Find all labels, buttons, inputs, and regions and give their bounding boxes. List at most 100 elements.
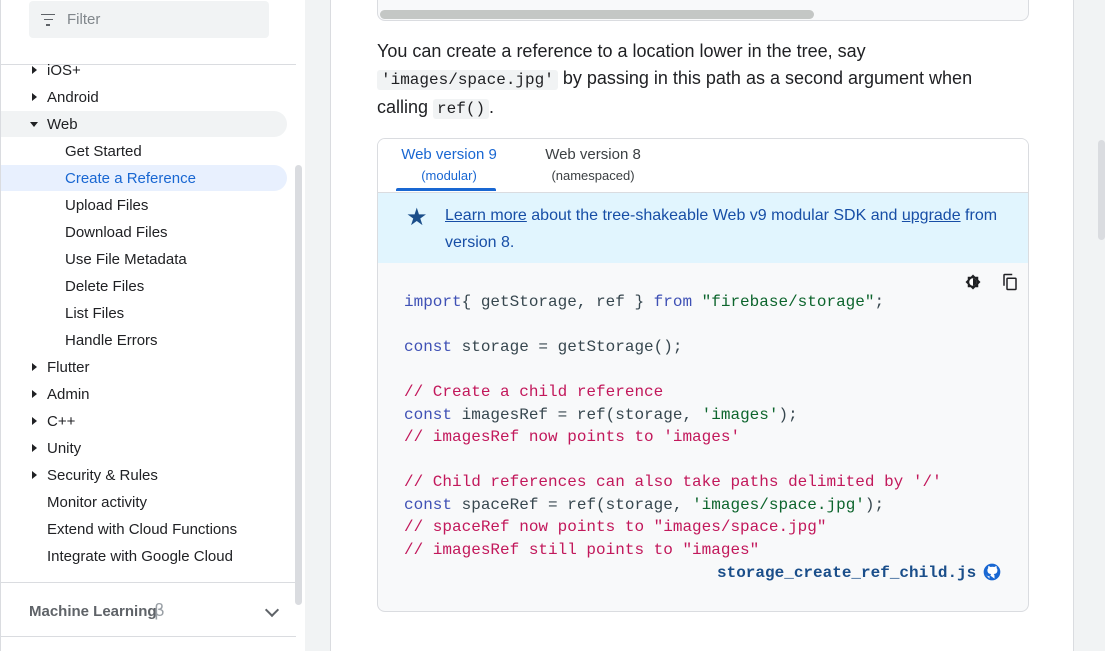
active-tab-indicator <box>396 188 496 191</box>
sidebar-item-label: List Files <box>65 304 125 322</box>
star-icon: ★ <box>406 203 428 231</box>
sidebar-item[interactable]: Use File Metadata <box>1 246 187 272</box>
main-content: You can create a reference to a location… <box>330 0 1074 651</box>
notice-text: Learn more about the tree-shakeable Web … <box>445 202 1005 256</box>
caret-right-icon[interactable] <box>32 444 37 452</box>
sidebar-item[interactable]: Flutter <box>1 354 90 380</box>
code-token: ); <box>778 405 798 424</box>
code-token: 'images' <box>701 405 779 424</box>
sidebar-item-label: iOS+ <box>47 61 81 79</box>
para-text: . <box>489 97 495 117</box>
caret-right-icon[interactable] <box>32 417 37 425</box>
code-token: from <box>653 293 693 311</box>
dark-mode-toggle-icon[interactable] <box>964 273 982 291</box>
code-token: spaceRef = ref(storage, <box>452 495 693 514</box>
sidebar-item[interactable]: Extend with Cloud Functions <box>1 516 237 542</box>
sidebar-item-label: Web <box>47 115 78 133</box>
previous-code-block <box>377 0 1029 21</box>
caret-right-icon[interactable] <box>32 363 37 371</box>
sidebar-item[interactable]: iOS+ <box>1 57 81 83</box>
code-line: const storage = getStorage(); <box>404 336 942 359</box>
code-token: const <box>404 405 453 424</box>
sidebar-item[interactable]: Get Started <box>1 138 142 164</box>
code-area: import{ getStorage, ref } from "firebase… <box>378 263 1028 611</box>
sidebar-item-label: Download Files <box>65 223 168 241</box>
sidebar-item-label: Create a Reference <box>65 169 196 187</box>
sidebar-item[interactable]: C++ <box>1 408 75 434</box>
caret-right-icon[interactable] <box>32 66 37 74</box>
code-token: "firebase/storage" <box>692 293 875 311</box>
code-token: const <box>404 338 453 356</box>
caret-down-icon[interactable] <box>30 121 38 127</box>
sidebar-item[interactable]: Unity <box>1 435 81 461</box>
tab-title: Web version 9 <box>401 146 497 163</box>
code-line: import{ getStorage, ref } from "firebase… <box>404 291 942 314</box>
code-token: // spaceRef now points to "images/space.… <box>404 518 827 536</box>
sidebar-item-label: C++ <box>47 412 76 430</box>
sidebar-item[interactable]: Create a Reference <box>1 165 287 191</box>
source-file-link[interactable]: storage_create_ref_child.js <box>717 564 976 582</box>
filter-input[interactable] <box>67 11 247 28</box>
sidebar-item[interactable]: Handle Errors <box>1 327 158 353</box>
section-label: Machine Learning <box>29 602 157 620</box>
sidebar-item-label: Integrate with Google Cloud <box>47 547 233 565</box>
sidebar-item-label: Flutter <box>47 358 90 376</box>
code-line: const spaceRef = ref(storage, 'images/sp… <box>404 494 942 517</box>
copy-icon[interactable] <box>1001 273 1019 291</box>
machine-learning-section[interactable]: Machine Learning β <box>1 594 296 628</box>
sidebar-scrollbar[interactable] <box>295 165 302 605</box>
sidebar-item[interactable]: Delete Files <box>1 273 144 299</box>
page-scrollbar[interactable] <box>1098 140 1105 240</box>
code-block: import{ getStorage, ref } from "firebase… <box>404 291 942 561</box>
sidebar-item[interactable]: Admin <box>1 381 90 407</box>
sidebar-item-label: Security & Rules <box>47 466 158 484</box>
caret-right-icon[interactable] <box>32 390 37 398</box>
sidebar-item[interactable]: Web <box>1 111 287 137</box>
sidebar-item[interactable]: Monitor activity <box>1 489 147 515</box>
sidebar-item[interactable]: Android <box>1 84 99 110</box>
modular-sdk-notice: ★ Learn more about the tree-shakeable We… <box>378 193 1028 263</box>
code-token: ); <box>864 495 885 514</box>
code-line: const imagesRef = ref(storage, 'images')… <box>404 404 942 427</box>
horizontal-scrollbar[interactable] <box>380 10 814 19</box>
version-tabs: Web version 9 (modular) Web version 8 (n… <box>378 139 1028 193</box>
code-token: storage = getStorage(); <box>452 338 683 356</box>
inline-code: 'images/space.jpg' <box>377 70 558 90</box>
sidebar-nav: iOS+ Android Web Get Started Create a Refere… <box>0 0 305 651</box>
caret-right-icon[interactable] <box>32 471 37 479</box>
notice-text-mid: about the tree-shakeable Web v9 modular … <box>526 207 902 224</box>
sidebar-item[interactable]: List Files <box>1 300 124 326</box>
code-token: // Child references can also take paths … <box>404 473 942 491</box>
sidebar-item-label: Use File Metadata <box>65 250 187 268</box>
inline-code: ref() <box>433 99 490 119</box>
sidebar-item-label: Handle Errors <box>65 331 158 349</box>
tab-web-v9[interactable]: Web version 9 (modular) <box>396 139 502 193</box>
tab-subtitle: (modular) <box>421 168 477 183</box>
sidebar-item-label: Android <box>47 88 99 106</box>
filter-icon <box>41 13 55 26</box>
github-icon[interactable] <box>982 562 1002 582</box>
code-token: 'images/space.jpg' <box>692 495 865 514</box>
caret-right-icon[interactable] <box>32 93 37 101</box>
code-line: // Create a child reference <box>404 381 942 404</box>
code-line: // imagesRef now points to 'images' <box>404 426 942 449</box>
code-line: // Child references can also take paths … <box>404 471 942 494</box>
sidebar-item-label: Delete Files <box>65 277 145 295</box>
sidebar-item[interactable]: Security & Rules <box>1 462 158 488</box>
upgrade-link[interactable]: upgrade <box>902 207 961 224</box>
filter-box[interactable] <box>29 1 269 38</box>
code-token: // imagesRef now points to 'images' <box>404 428 741 446</box>
learn-more-link[interactable]: Learn more <box>445 207 527 224</box>
sidebar-item[interactable]: Download Files <box>1 219 168 245</box>
tab-web-v8[interactable]: Web version 8 (namespaced) <box>538 139 648 193</box>
sidebar-item[interactable]: Integrate with Google Cloud <box>1 543 233 569</box>
sidebar-item[interactable]: Upload Files <box>1 192 148 218</box>
intro-paragraph: You can create a reference to a location… <box>377 38 1017 123</box>
sidebar-item-label: Monitor activity <box>47 493 148 511</box>
code-token: ; <box>874 293 885 311</box>
code-line: // imagesRef still points to "images" <box>404 539 942 562</box>
chevron-down-icon[interactable] <box>264 602 280 618</box>
beta-badge: β <box>154 601 165 621</box>
